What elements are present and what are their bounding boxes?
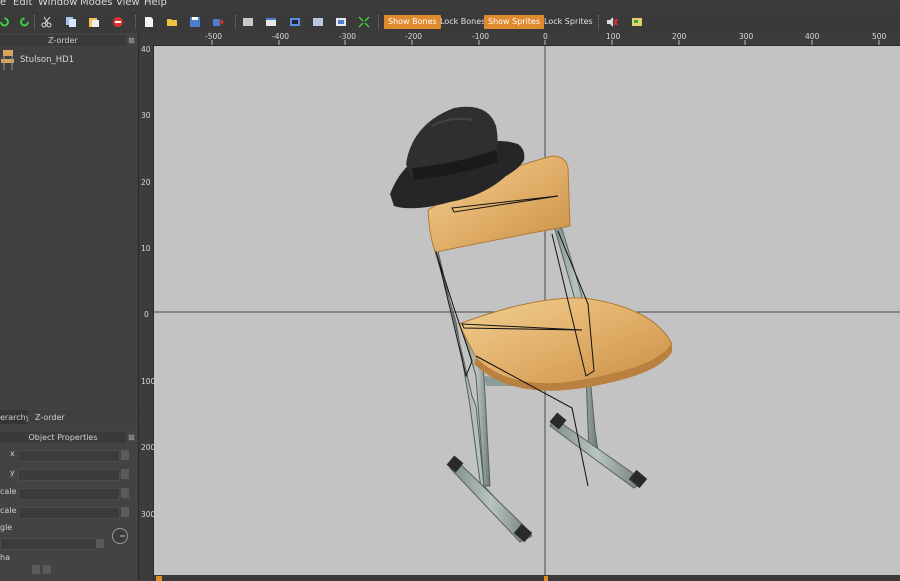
horizontal-scrollbar[interactable] [154, 575, 900, 581]
prop-y-row: y [0, 468, 138, 481]
lock-bones-toggle[interactable]: Lock Bones [436, 15, 489, 29]
chair-thumbnail-icon [1, 50, 14, 70]
view-icon-2[interactable] [265, 16, 277, 28]
angle-dial-icon[interactable] [111, 527, 129, 545]
prop-x-label: x [10, 449, 15, 458]
prop-alpha-slider[interactable] [43, 565, 51, 574]
left-dock: Z-order ⊠ Stulson_HD1 erarchy Z-order Ob… [0, 33, 139, 581]
prop-angle-label: gle [0, 523, 13, 532]
prop-x-spinner[interactable] [121, 450, 129, 460]
paste-icon[interactable] [88, 16, 100, 28]
prop-y-field[interactable] [18, 469, 120, 481]
copy-icon[interactable] [65, 16, 77, 28]
prop-y-spinner[interactable] [121, 469, 129, 479]
stop-icon[interactable] [112, 16, 124, 28]
ruler-ticks-graphic [211, 40, 880, 45]
ruler-tick: 0 [144, 310, 149, 319]
prop-alpha-label: ha [0, 553, 10, 562]
ruler-tick: 30 [141, 111, 151, 120]
prop-xscale-spinner[interactable] [121, 488, 129, 498]
menu-edit[interactable]: Edit [13, 0, 32, 8]
open-folder-icon[interactable] [166, 16, 178, 28]
menu-bar: e Edit Window Modes View Help [0, 0, 900, 11]
ruler-horizontal: -500 -400 -300 -200 -100 0 100 200 300 4… [139, 32, 900, 46]
fit-view-icon[interactable] [358, 16, 370, 28]
prop-yscale-label: cale [0, 506, 17, 515]
panel-tabs: erarchy Z-order [0, 410, 138, 424]
view-icon-5[interactable] [335, 16, 347, 28]
chair-sprite [427, 155, 673, 543]
show-sprites-toggle[interactable]: Show Sprites [484, 15, 545, 29]
show-bones-toggle[interactable]: Show Bones [384, 15, 441, 29]
zorder-list: Stulson_HD1 [0, 47, 138, 409]
prop-angle-spinner[interactable] [96, 539, 104, 548]
prop-angle-field[interactable] [0, 538, 97, 550]
prop-alpha-row: ha [0, 553, 138, 579]
ruler-tick: 10 [141, 244, 151, 253]
redo-icon[interactable] [0, 16, 10, 28]
view-icon-3[interactable] [289, 16, 301, 28]
menu-view[interactable]: View [116, 0, 140, 8]
view-icon-4[interactable] [312, 16, 324, 28]
ruler-tick: 20 [141, 178, 151, 187]
toolbar: Show Bones Lock Bones Show Sprites Lock … [0, 11, 900, 34]
prop-x-row: x [0, 449, 138, 462]
scene-canvas[interactable] [154, 46, 900, 575]
props-panel-close-icon[interactable]: ⊠ [128, 433, 135, 442]
mute-sound-icon[interactable] [606, 16, 618, 28]
prop-y-label: y [10, 468, 15, 477]
image-icon[interactable] [631, 16, 643, 28]
props-panel-title: Object Properties [0, 432, 126, 443]
new-file-icon[interactable] [143, 16, 155, 28]
prop-x-field[interactable] [18, 450, 120, 462]
prop-xscale-row: cale [0, 487, 138, 500]
cut-icon[interactable] [41, 16, 53, 28]
export-icon[interactable] [212, 16, 224, 28]
save-icon[interactable] [189, 16, 201, 28]
ruler-vertical: 40 30 20 10 0 100 200 300 [139, 45, 155, 581]
view-icon-1[interactable] [242, 16, 254, 28]
scroll-marker-left[interactable] [156, 576, 162, 581]
lock-sprites-toggle[interactable]: Lock Sprites [540, 15, 597, 29]
menu-file[interactable]: e [0, 0, 6, 8]
scroll-marker-origin [544, 576, 548, 581]
undo-icon[interactable] [19, 16, 31, 28]
zorder-panel-title: Z-order [0, 35, 126, 46]
zorder-panel-close-icon[interactable]: ⊠ [128, 36, 135, 45]
tab-zorder[interactable]: Z-order [35, 413, 65, 422]
menu-help[interactable]: Help [144, 0, 167, 8]
prop-yscale-field[interactable] [18, 507, 120, 519]
prop-xscale-field[interactable] [18, 488, 120, 500]
prop-yscale-spinner[interactable] [121, 507, 129, 517]
zorder-item-label: Stulson_HD1 [20, 55, 75, 65]
prop-yscale-row: cale [0, 506, 138, 519]
ruler-tick: 40 [141, 45, 151, 54]
tab-hierarchy[interactable]: erarchy [0, 413, 30, 422]
scene-drawing [154, 46, 900, 575]
menu-modes[interactable]: Modes [80, 0, 112, 8]
prop-xscale-label: cale [0, 487, 17, 496]
prop-angle-row: gle [0, 523, 138, 551]
prop-alpha-spinner[interactable] [32, 565, 40, 574]
list-item[interactable]: Stulson_HD1 [0, 50, 138, 70]
menu-window[interactable]: Window [38, 0, 77, 8]
